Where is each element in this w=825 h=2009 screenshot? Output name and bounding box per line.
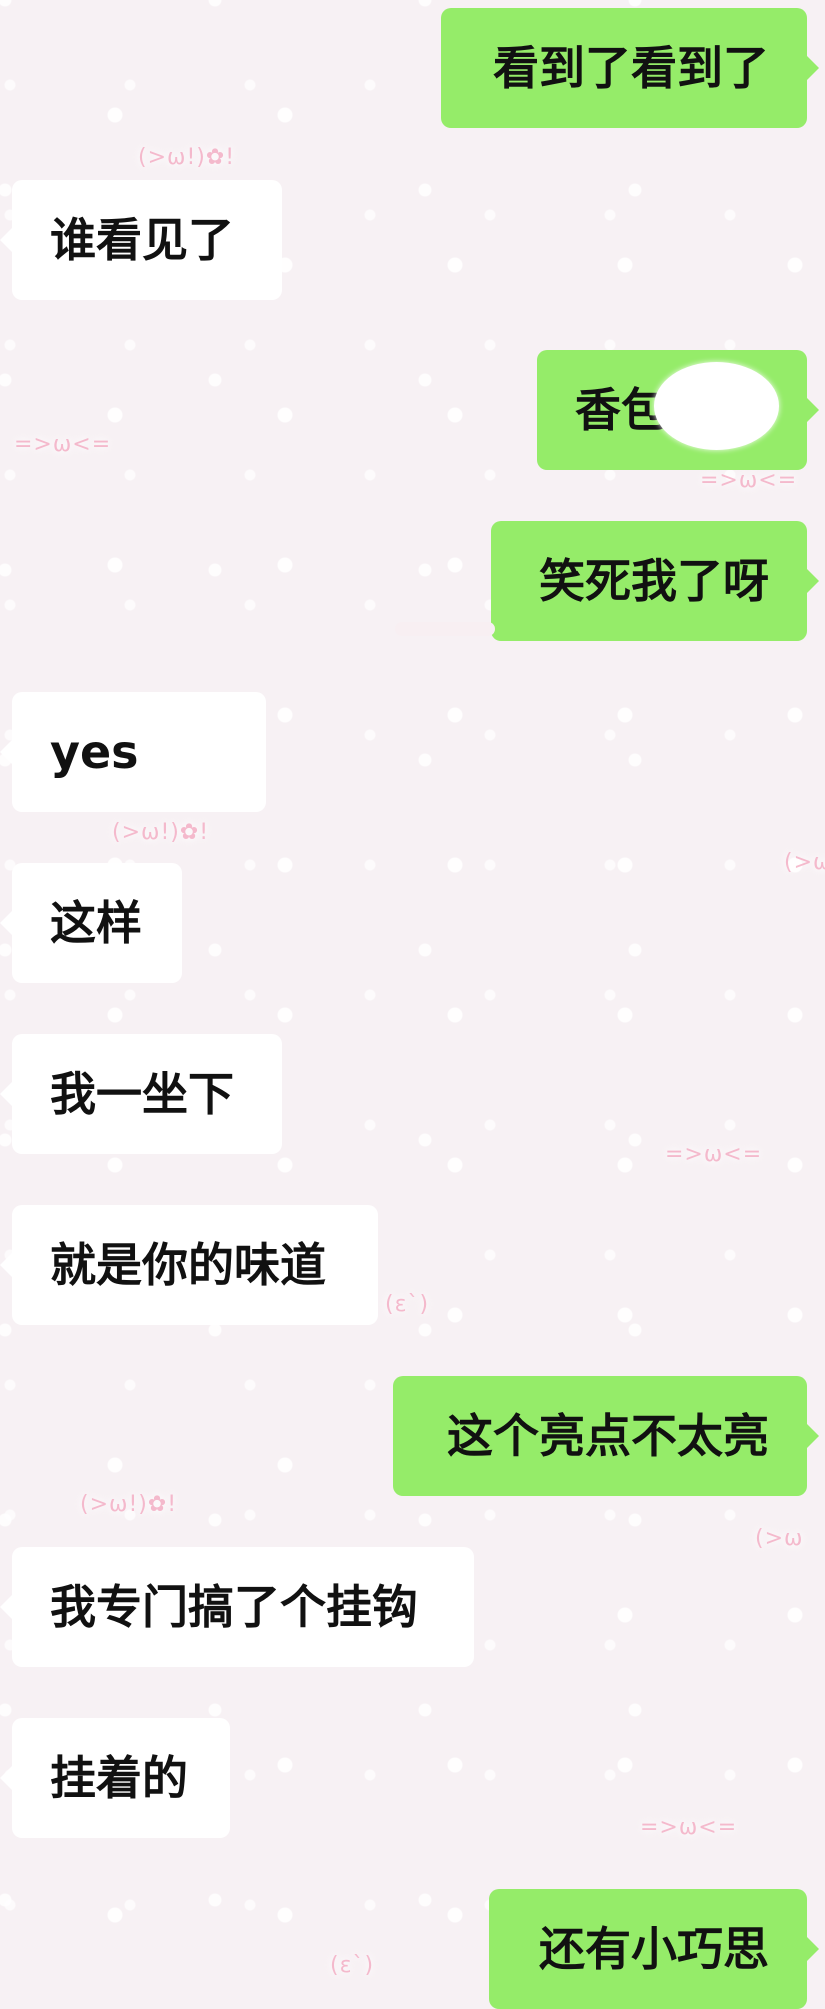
message-text: 这样: [50, 896, 142, 950]
outgoing-message-bubble[interactable]: 香包: [537, 350, 819, 470]
incoming-message-bubble[interactable]: 这样: [0, 863, 182, 983]
message-text: 挂着的: [50, 1751, 188, 1805]
outgoing-message-bubble[interactable]: 还有小巧思: [489, 1889, 819, 2009]
emoticon-decoration: (ε`): [330, 1953, 375, 1978]
emoticon-decoration: (>ω!)✿!: [80, 1492, 178, 1517]
incoming-message-bubble[interactable]: 我一坐下: [0, 1034, 282, 1154]
incoming-message-bubble[interactable]: 谁看见了: [0, 180, 282, 300]
emoticon-decoration: =>ω<=: [14, 432, 112, 457]
emoticon-decoration: =>ω<=: [640, 1815, 738, 1840]
redaction-blot: [654, 362, 779, 450]
emoticon-decoration: (>ω: [755, 1526, 804, 1551]
outgoing-message-bubble[interactable]: 看到了看到了: [441, 8, 819, 128]
blurred-smudge: [395, 622, 495, 636]
message-text: 香包: [575, 383, 667, 437]
emoticon-decoration: =>ω<=: [700, 468, 798, 493]
message-text: 谁看见了: [50, 213, 234, 267]
message-text: 这个亮点不太亮: [447, 1409, 769, 1463]
message-text: 看到了看到了: [493, 41, 769, 95]
incoming-message-bubble[interactable]: 我专门搞了个挂钩: [0, 1547, 474, 1667]
outgoing-message-bubble[interactable]: 这个亮点不太亮: [393, 1376, 819, 1496]
incoming-message-bubble[interactable]: 挂着的: [0, 1718, 230, 1838]
incoming-message-bubble[interactable]: yes: [0, 692, 266, 812]
message-text: 就是你的味道: [50, 1238, 326, 1292]
message-text: 笑死我了呀: [539, 554, 769, 608]
incoming-message-bubble[interactable]: 就是你的味道: [0, 1205, 378, 1325]
emoticon-decoration: =>ω<=: [665, 1142, 763, 1167]
emoticon-decoration: (>ω: [784, 850, 825, 875]
emoticon-decoration: (>ω!)✿!: [112, 820, 210, 845]
message-text: 我一坐下: [50, 1067, 234, 1121]
message-text: 我专门搞了个挂钩: [50, 1580, 418, 1634]
message-text: 还有小巧思: [539, 1922, 769, 1976]
emoticon-decoration: (ε`): [385, 1292, 430, 1317]
emoticon-decoration: (>ω!)✿!: [138, 145, 236, 170]
chat-area[interactable]: (>ω!)✿! =>ω<= =>ω<= (>ω!)✿! =>ω<= (ε`) (…: [0, 0, 825, 2009]
message-text: yes: [50, 725, 139, 779]
outgoing-message-bubble[interactable]: 笑死我了呀: [491, 521, 819, 641]
